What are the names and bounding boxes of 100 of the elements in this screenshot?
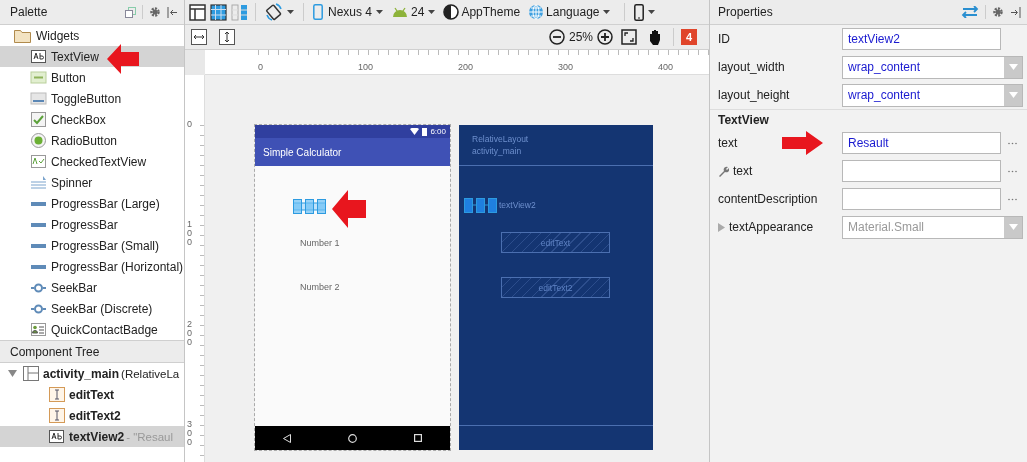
ruler-label: 0: [258, 62, 263, 72]
device-dropdown[interactable]: Nexus 4: [311, 2, 386, 22]
more-icon[interactable]: [1008, 197, 1017, 201]
ruler-label: 100: [358, 62, 374, 72]
layout-id-label: activity_main: [472, 145, 523, 157]
language-dropdown[interactable]: Language: [526, 2, 613, 22]
ruler-label: 200: [458, 62, 474, 72]
orientation-dropdown[interactable]: [263, 2, 296, 22]
globe-icon: [528, 4, 545, 20]
theme-button[interactable]: AppTheme: [441, 2, 523, 22]
app-title: Simple Calculator: [263, 146, 342, 158]
property-dropdown[interactable]: wrap_content: [842, 55, 1023, 79]
fit-screen-icon[interactable]: [621, 29, 637, 45]
rotate-icon: [265, 3, 283, 21]
property-field[interactable]: textView2: [842, 28, 1001, 50]
android-icon: [391, 6, 410, 18]
issue-count-badge[interactable]: 4: [681, 29, 697, 45]
fit-width-icon[interactable]: [191, 29, 207, 45]
status-time: 6:00: [430, 127, 446, 136]
radio-icon: [30, 132, 47, 149]
field-label: Number 1: [300, 238, 340, 248]
panel-title: Component Tree: [10, 344, 101, 359]
property-field[interactable]: Resault: [842, 132, 1001, 154]
toggle-icon: [30, 90, 47, 107]
layout-type-label: RelativeLayout: [472, 133, 530, 145]
palette-item[interactable]: ProgressBar (Large): [0, 193, 184, 214]
caret-icon: [603, 10, 611, 14]
edit-text-icon: [48, 407, 66, 424]
panel-title: Properties: [718, 5, 774, 19]
device-type-dropdown[interactable]: [632, 2, 658, 22]
field-label: Number 2: [300, 282, 340, 292]
dropdown-arrow-icon: [1008, 92, 1018, 98]
tree-item[interactable]: editText: [0, 384, 184, 405]
palette-item[interactable]: SeekBar: [0, 277, 184, 298]
palette-item[interactable]: ProgressBar (Small): [0, 235, 184, 256]
property-label: layout_width: [718, 60, 785, 74]
zoom-in-icon[interactable]: [597, 29, 613, 45]
settings-icon[interactable]: [992, 6, 1004, 18]
caret-icon: [648, 10, 656, 14]
palette-item[interactable]: CheckedTextView: [0, 151, 184, 172]
property-dropdown[interactable]: wrap_content: [842, 83, 1023, 107]
palette-item[interactable]: ProgressBar (Horizontal): [0, 256, 184, 277]
progress-bar-icon: [31, 264, 46, 269]
palette-category[interactable]: Widgets: [0, 25, 184, 46]
zoom-out-icon[interactable]: [548, 29, 565, 45]
more-icon[interactable]: [1008, 141, 1017, 145]
property-label: text: [718, 136, 738, 150]
palette-item[interactable]: Button: [0, 67, 184, 88]
palette-item[interactable]: SeekBar (Discrete): [0, 298, 184, 319]
dropdown-arrow-icon: [1008, 224, 1018, 230]
property-field[interactable]: [842, 188, 1001, 210]
palette-item[interactable]: ToggleButton: [0, 88, 184, 109]
progress-bar-icon: [31, 201, 46, 206]
property-label: text: [733, 164, 753, 178]
palette-item[interactable]: Spinner: [0, 172, 184, 193]
palette-item[interactable]: QuickContactBadge: [0, 319, 184, 340]
text-view-icon: [30, 48, 47, 65]
pointer-arrow: [782, 131, 823, 155]
property-label: layout_height: [718, 88, 790, 102]
phone-icon: [634, 3, 645, 21]
pointer-arrow: [107, 44, 139, 74]
split-view-icon[interactable]: [231, 3, 248, 21]
blueprint-view-icon[interactable]: [210, 3, 227, 21]
property-field[interactable]: [842, 160, 1001, 182]
api-level-dropdown[interactable]: 24: [389, 2, 438, 22]
progress-bar-icon: [31, 222, 46, 227]
ruler-label: 300: [558, 62, 574, 72]
collapse-panel-icon[interactable]: [167, 6, 178, 18]
home-icon[interactable]: [348, 433, 357, 443]
restore-icon[interactable]: [125, 6, 136, 18]
palette-item[interactable]: CheckBox: [0, 109, 184, 130]
property-label: ID: [718, 32, 730, 46]
checkbox-icon: [30, 111, 47, 128]
palette-item[interactable]: ProgressBar: [0, 214, 184, 235]
progress-bar-icon: [31, 243, 46, 248]
design-view-icon[interactable]: [189, 3, 206, 21]
fit-height-icon[interactable]: [219, 29, 235, 45]
checked-text-icon: [30, 153, 47, 170]
hand-icon[interactable]: [647, 28, 663, 46]
property-label: contentDescription: [718, 192, 818, 206]
phone-icon: [313, 4, 323, 20]
tree-item[interactable]: editText2: [0, 405, 184, 426]
swap-icon[interactable]: [961, 6, 979, 18]
back-icon[interactable]: [283, 433, 292, 443]
expand-triangle-icon[interactable]: [8, 369, 17, 378]
tree-item[interactable]: textView2 - "Resaul: [0, 426, 184, 447]
palette-item[interactable]: RadioButton: [0, 130, 184, 151]
settings-icon[interactable]: [149, 6, 161, 18]
ruler-label: 400: [658, 62, 674, 72]
panel-title: Palette: [10, 5, 49, 19]
hide-panel-icon[interactable]: [1010, 6, 1021, 18]
property-label: textAppearance: [729, 220, 814, 234]
wrench-icon: [718, 165, 729, 177]
wifi-icon: [410, 128, 420, 135]
tree-item[interactable]: activity_main (RelativeLa: [0, 363, 184, 384]
recents-icon[interactable]: [413, 434, 422, 442]
selection-handles-icon[interactable]: [464, 198, 497, 213]
selection-handles-icon[interactable]: [293, 199, 326, 214]
more-icon[interactable]: [1008, 169, 1017, 173]
view-outline-label: textView2: [499, 200, 536, 210]
